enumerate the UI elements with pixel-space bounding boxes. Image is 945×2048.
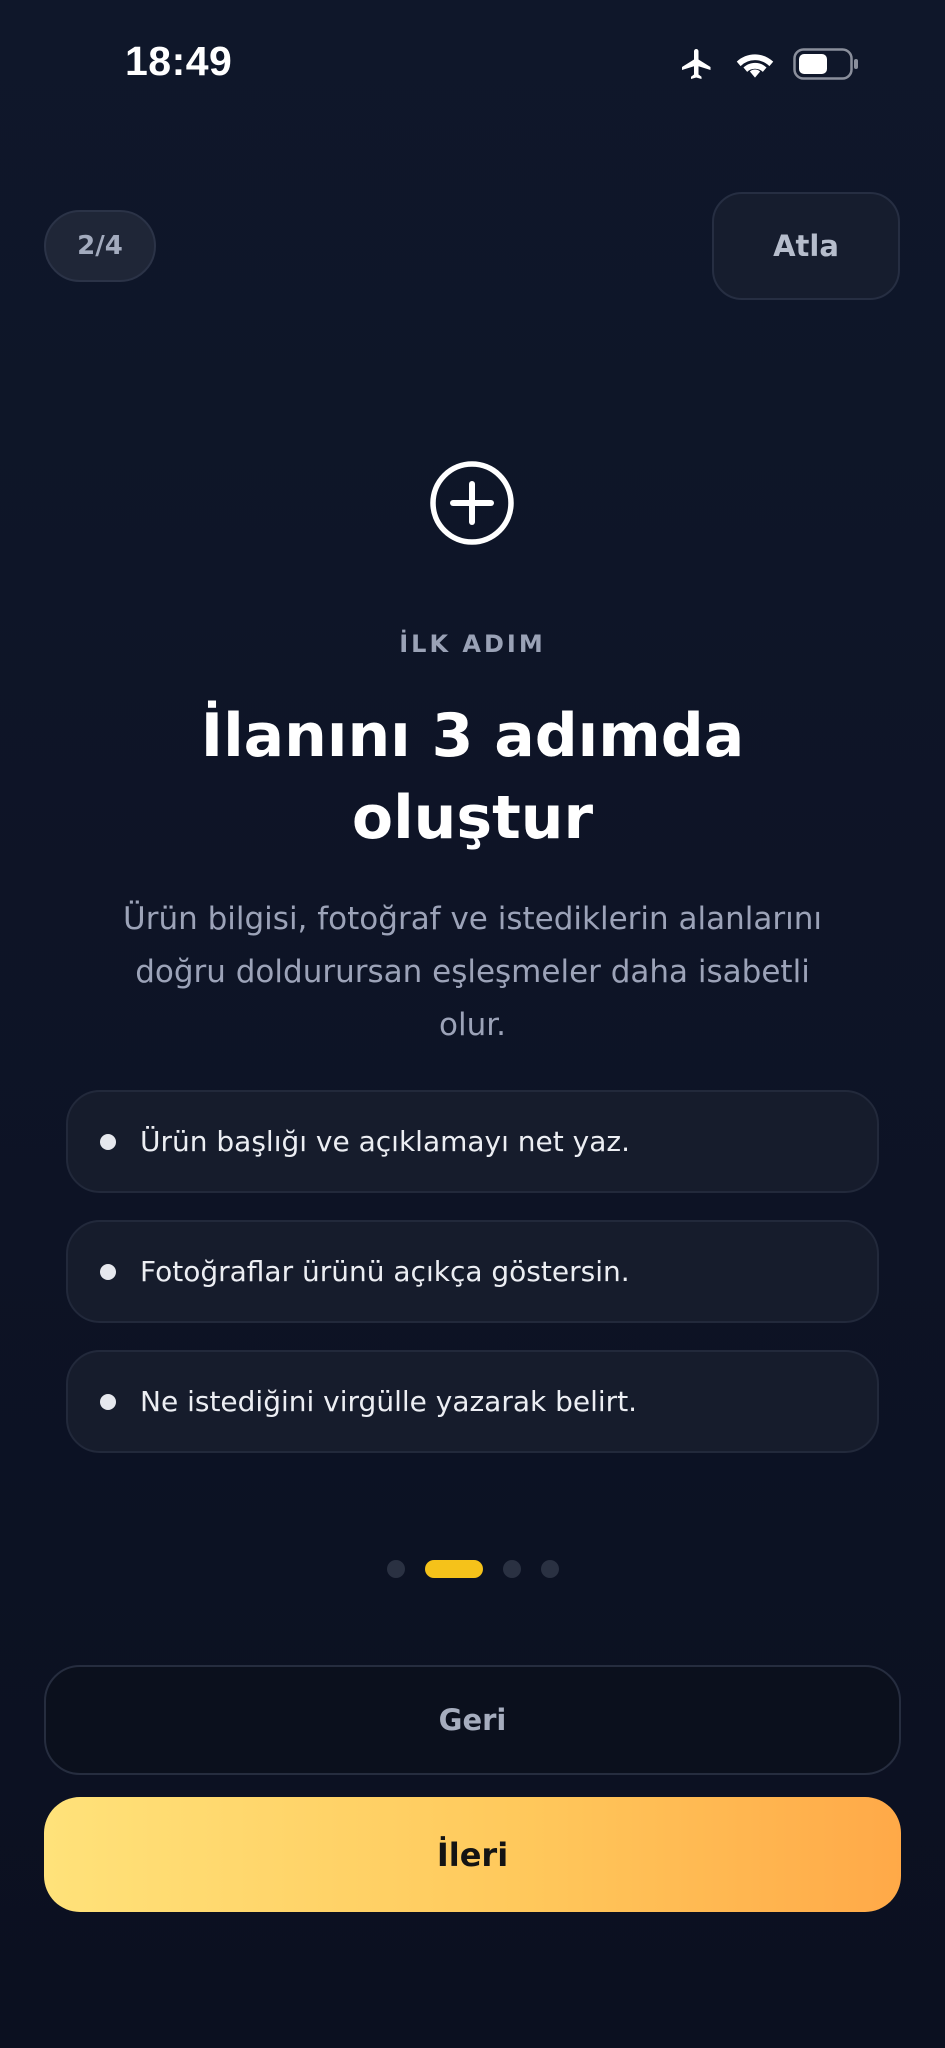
page-dot-4 (540, 1560, 559, 1578)
back-button[interactable]: Geri (44, 1665, 901, 1775)
tip-item: Ne istediğini virgülle yazarak belirt. (66, 1350, 879, 1453)
bullet-dot-icon (100, 1133, 116, 1150)
plus-circle-icon (429, 460, 515, 546)
tip-text: Fotoğraflar ürünü açıkça göstersin. (140, 1255, 630, 1288)
next-button[interactable]: İleri (44, 1797, 901, 1912)
step-indicator: 2/4 (44, 210, 156, 282)
wifi-icon (735, 48, 775, 80)
tip-item: Fotoğraflar ürünü açıkça göstersin. (66, 1220, 879, 1323)
tip-item: Ürün başlığı ve açıklamayı net yaz. (66, 1090, 879, 1193)
status-time: 18:49 (125, 38, 233, 84)
page-subtitle: Ürün bilgisi, fotoğraf ve istediklerin a… (123, 901, 822, 1043)
tips-list: Ürün başlığı ve açıklamayı net yaz. Foto… (66, 1090, 879, 1480)
skip-button[interactable]: Atla (712, 192, 900, 300)
onboarding-screen: 18:49 2/4 Atla İLK ADIM İlanını 3 adımda… (0, 0, 945, 2048)
page-title: İlanını 3 adımda oluştur (200, 701, 745, 853)
battery-icon (793, 48, 859, 80)
tip-text: Ürün başlığı ve açıklamayı net yaz. (140, 1125, 630, 1158)
bullet-dot-icon (100, 1263, 116, 1280)
bullet-dot-icon (100, 1393, 116, 1410)
page-dot-3 (502, 1560, 521, 1578)
page-dot-1 (386, 1560, 405, 1578)
tip-text: Ne istediğini virgülle yazarak belirt. (140, 1385, 638, 1418)
page-dot-2-active (424, 1560, 483, 1578)
step-eyebrow: İLK ADIM (399, 630, 546, 658)
status-icons (677, 46, 859, 82)
airplane-icon (677, 46, 717, 82)
page-indicator (0, 1560, 945, 1578)
